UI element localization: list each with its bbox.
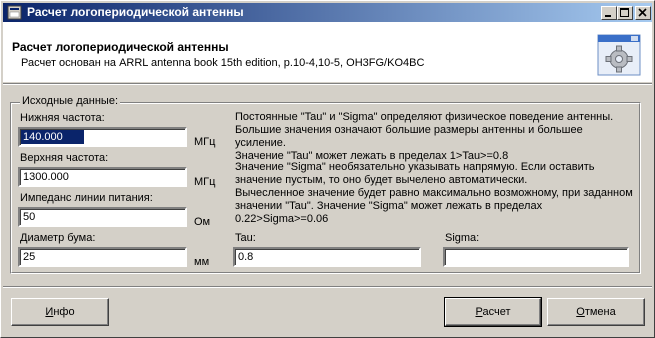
tau-input[interactable] (236, 250, 420, 264)
title-bar[interactable]: Расчет логопериодической антенны (3, 3, 652, 22)
cancel-mnemonic: О (576, 306, 585, 318)
impedance-field[interactable] (18, 207, 187, 227)
header-title: Расчет логопериодической антенны (12, 40, 229, 54)
info-button[interactable]: Инфо (11, 298, 109, 326)
boom-unit: мм (194, 256, 210, 268)
tau-sigma-description: Постоянные "Tau" и "Sigma" определяют фи… (235, 111, 614, 162)
cancel-button[interactable]: Отмена (547, 298, 645, 326)
boom-field[interactable] (18, 247, 187, 267)
app-icon (7, 5, 22, 20)
header-subtitle: Расчет основан на ARRL antenna book 15th… (21, 57, 425, 69)
impedance-label: Импеданс линии питания: (20, 192, 153, 204)
impedance-unit: Ом (194, 216, 211, 228)
sigma-label: Sigma: (445, 232, 480, 244)
high-freq-label: Верхняя частота: (20, 152, 109, 164)
info-label-rest: нфо (53, 306, 75, 318)
dialog-window: Расчет логопериодической антенны Расчет … (0, 0, 655, 338)
impedance-input[interactable] (21, 210, 186, 224)
boom-label: Диаметр бума: (20, 232, 96, 244)
sigma-field[interactable] (443, 247, 629, 267)
high-freq-input[interactable] (21, 170, 186, 184)
window-title: Расчет логопериодической антенны (27, 5, 244, 19)
calculate-button[interactable]: Расчет (444, 297, 542, 327)
calc-label-rest: асчет (482, 306, 511, 318)
tau-field[interactable] (233, 247, 421, 267)
low-freq-label: Нижняя частота: (20, 112, 105, 124)
group-legend: Исходные данные: (20, 95, 120, 107)
cancel-label-rest: тмена (584, 306, 616, 318)
maximize-icon (620, 8, 629, 17)
boom-input[interactable] (21, 250, 186, 264)
high-freq-unit: МГц (194, 176, 216, 188)
minimize-button[interactable] (601, 6, 617, 20)
header-divider (3, 83, 652, 85)
footer-divider (3, 286, 652, 288)
minimize-icon (605, 15, 611, 17)
tau-label: Tau: (235, 232, 256, 244)
low-freq-unit: МГц (194, 136, 216, 148)
sigma-description: Значение "Sigma" необязательно указывать… (235, 161, 633, 225)
maximize-button[interactable] (617, 6, 633, 20)
close-icon (638, 8, 647, 17)
close-button[interactable] (635, 6, 651, 20)
header-panel: Расчет логопериодической антенны Расчет … (3, 22, 652, 82)
settings-window-icon (597, 34, 641, 76)
low-freq-input[interactable] (21, 130, 84, 144)
low-freq-field[interactable] (18, 127, 187, 147)
high-freq-field[interactable] (18, 167, 187, 187)
sigma-input[interactable] (446, 250, 628, 264)
